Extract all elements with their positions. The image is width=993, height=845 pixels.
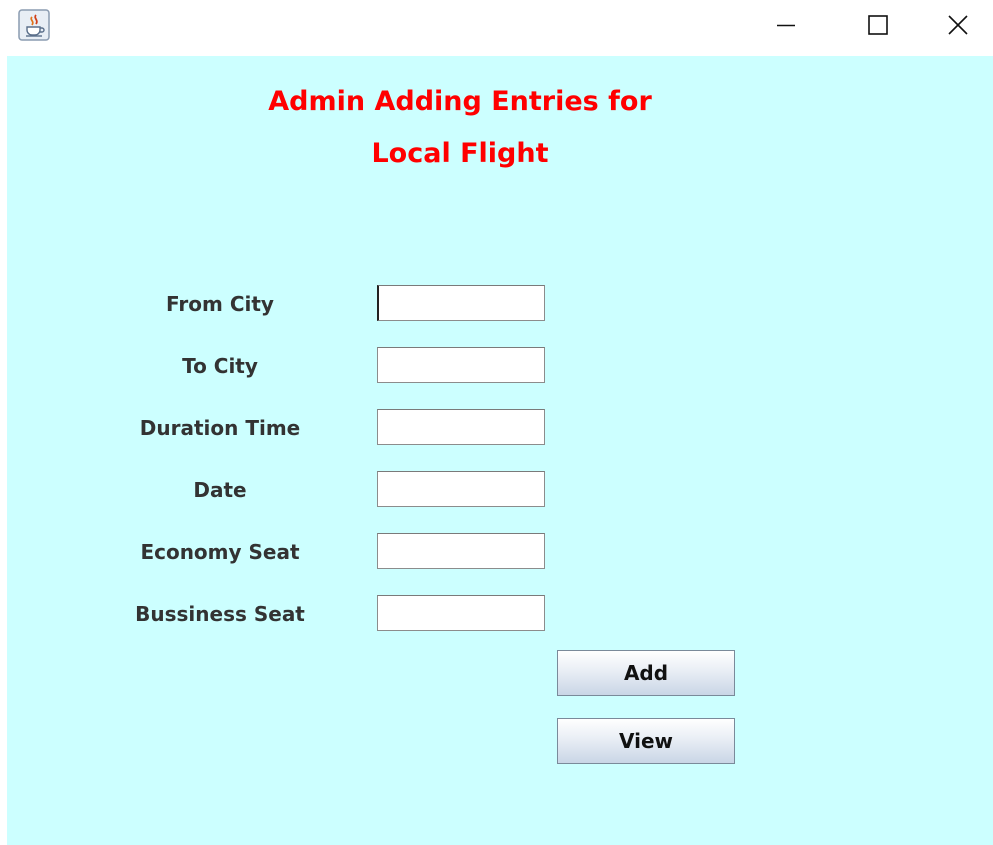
minimize-icon [777,24,795,27]
maximize-icon [868,15,888,35]
economy-seat-label: Economy Seat [140,540,300,564]
page-subtitle: Local Flight [371,138,549,169]
from-city-input[interactable] [377,285,545,321]
to-city-label: To City [182,354,258,378]
close-button[interactable] [922,0,993,50]
page-title: Admin Adding Entries for [268,86,652,117]
add-button[interactable]: Add [557,650,735,696]
business-seat-label: Bussiness Seat [135,602,305,626]
form-panel: Admin Adding Entries for Local Flight Fr… [7,56,993,845]
date-label: Date [193,478,247,502]
duration-time-label: Duration Time [139,416,301,440]
view-button[interactable]: View [557,718,735,764]
title-bar[interactable] [0,0,993,52]
to-city-input[interactable] [377,347,545,383]
close-icon [947,15,968,35]
maximize-button[interactable] [832,0,924,50]
from-city-label: From City [166,292,274,316]
economy-seat-input[interactable] [377,533,545,569]
date-input[interactable] [377,471,545,507]
java-cup-icon[interactable] [18,9,50,41]
minimize-button[interactable] [740,0,832,50]
business-seat-input[interactable] [377,595,545,631]
duration-time-input[interactable] [377,409,545,445]
app-window: Admin Adding Entries for Local Flight Fr… [0,0,993,845]
